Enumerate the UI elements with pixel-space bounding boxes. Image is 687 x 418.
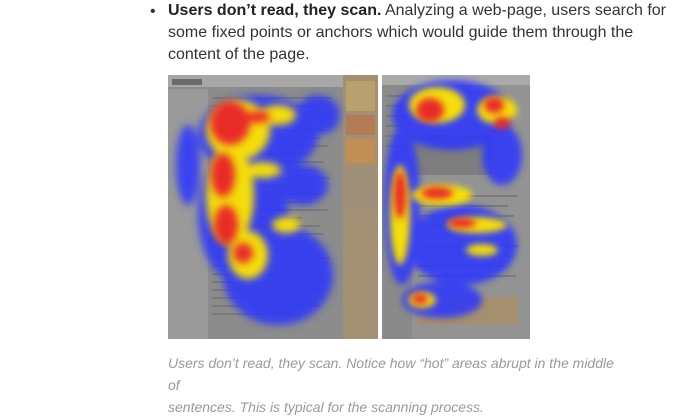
heatmap-right-image: [382, 75, 530, 339]
caption-line-2: sentences. This is typical for the scann…: [168, 399, 484, 415]
heatmap-left-svg: [168, 75, 378, 339]
paragraph: Users don’t read, they scan. Analyzing a…: [168, 0, 687, 66]
bullet-marker: •: [150, 3, 156, 20]
figure-caption: Users don’t read, they scan. Notice how …: [168, 352, 628, 418]
bold-lead: Users don’t read, they scan.: [168, 2, 382, 19]
heatmap-left-image: [168, 75, 378, 339]
caption-line-1: Users don’t read, they scan. Notice how …: [168, 355, 614, 393]
heatmap-figure: [168, 75, 530, 339]
heatmap-right-svg: [382, 75, 530, 339]
